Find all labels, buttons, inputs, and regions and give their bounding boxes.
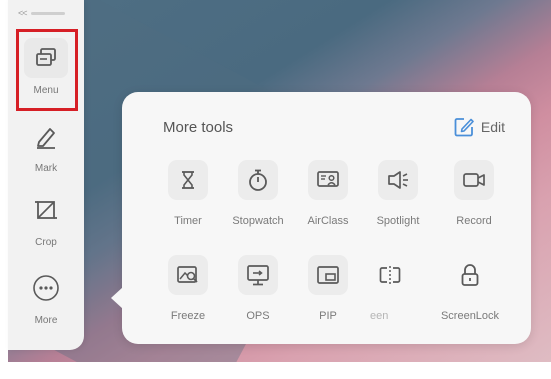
more-icon xyxy=(24,268,68,308)
sidebar-item-more[interactable]: More xyxy=(8,268,84,326)
handle-bar xyxy=(30,12,65,15)
hourglass-icon xyxy=(168,160,208,200)
tool-stopwatch[interactable]: Stopwatch xyxy=(222,160,294,227)
edit-icon xyxy=(453,116,475,138)
tool-label: Stopwatch xyxy=(232,215,284,227)
sidebar-item-label: Mark xyxy=(34,163,58,174)
tool-label: Spotlight xyxy=(376,215,420,227)
crop-icon xyxy=(24,190,68,230)
airclass-icon xyxy=(308,160,348,200)
windows-icon xyxy=(24,38,68,78)
pip-icon xyxy=(308,255,348,295)
collapse-handle[interactable]: << xyxy=(18,9,65,18)
tool-label: Freeze xyxy=(170,310,206,322)
tool-screenlock[interactable]: ScreenLock xyxy=(434,255,506,322)
tool-freeze[interactable]: Freeze xyxy=(152,255,224,322)
stopwatch-icon xyxy=(238,160,278,200)
tool-label: een xyxy=(370,310,389,322)
tool-label: AirClass xyxy=(307,215,349,227)
record-icon xyxy=(454,160,494,200)
sidebar-item-mark[interactable]: Mark xyxy=(8,116,84,174)
tool-label: OPS xyxy=(246,310,270,322)
edit-label: Edit xyxy=(480,119,505,135)
double-chevron-left-icon: << xyxy=(18,8,27,18)
lock-icon xyxy=(450,255,490,295)
more-tools-panel: More tools Edit Timer Stopwatch AirClass… xyxy=(122,92,531,344)
sidebar-item-label: More xyxy=(34,315,58,326)
edit-button[interactable]: Edit xyxy=(453,116,505,138)
spotlight-icon xyxy=(378,160,418,200)
sidebar-item-crop[interactable]: Crop xyxy=(8,190,84,248)
tool-airclass[interactable]: AirClass xyxy=(292,160,364,227)
bottom-strip xyxy=(8,362,551,379)
sidebar-item-menu[interactable]: Menu xyxy=(8,38,84,96)
tool-record[interactable]: Record xyxy=(438,160,510,227)
panel-title: More tools xyxy=(163,119,234,136)
sidebar-item-label: Menu xyxy=(33,85,59,96)
panel-pointer xyxy=(111,287,123,309)
tool-split-screen[interactable]: een xyxy=(354,255,426,322)
sidebar: << Menu Mark Crop More xyxy=(8,0,84,350)
ops-icon xyxy=(238,255,278,295)
tool-label: Record xyxy=(456,215,492,227)
tool-label: Timer xyxy=(174,215,202,227)
tool-label: ScreenLock xyxy=(440,310,500,322)
freeze-icon xyxy=(168,255,208,295)
tool-ops[interactable]: OPS xyxy=(222,255,294,322)
sidebar-item-label: Crop xyxy=(35,237,57,248)
tool-spotlight[interactable]: Spotlight xyxy=(362,160,434,227)
pen-icon xyxy=(24,116,68,156)
split-screen-icon xyxy=(370,255,410,295)
tool-timer[interactable]: Timer xyxy=(152,160,224,227)
